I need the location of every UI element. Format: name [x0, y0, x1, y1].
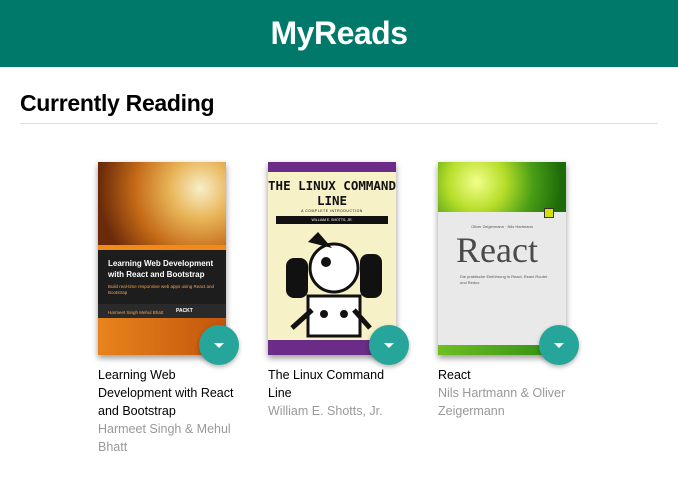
book-item: Oliver Zeigermann · Nils Hartmann React … [438, 162, 579, 420]
book-cover: THE LINUX COMMAND LINE A COMPLETE INTROD… [268, 162, 396, 355]
book-item: Learning Web Development with React and … [98, 162, 239, 456]
cover-authors: Harmeet Singh Mehul Bhatt [108, 310, 164, 315]
cover-title: React [456, 230, 538, 270]
app-title: MyReads [270, 15, 409, 51]
cover-authors: Oliver Zeigermann · Nils Hartmann [471, 224, 533, 229]
cover-publisher: PACKT [176, 308, 193, 314]
cover-author: WILLIAM E. SHOTTS, JR. [276, 216, 388, 224]
arrow-drop-down-icon [384, 342, 394, 348]
app-header: MyReads [0, 0, 678, 67]
arrow-drop-down-icon [554, 342, 564, 348]
book-item: THE LINUX COMMAND LINE A COMPLETE INTROD… [268, 162, 409, 420]
book-cover: Oliver Zeigermann · Nils Hartmann React … [438, 162, 566, 355]
book-authors: Harmeet Singh & Mehul Bhatt [98, 422, 231, 454]
book-title: The Linux Command Line [268, 368, 385, 400]
publisher-logo [544, 208, 554, 218]
book-cover: Learning Web Development with React and … [98, 162, 226, 355]
cover-title: Learning Web Development with React and … [108, 259, 214, 279]
bookshelf: Currently Reading [20, 90, 658, 124]
cover-title: THE LINUX COMMAND LINE [268, 178, 396, 208]
shelf-changer-button[interactable] [199, 325, 239, 365]
shelf-title: Currently Reading [20, 90, 658, 124]
book-title: React [438, 368, 471, 382]
cover-tagline: A COMPLETE INTRODUCTION [301, 209, 363, 213]
book-title: Learning Web Development with React and … [98, 368, 234, 418]
book-authors: William E. Shotts, Jr. [268, 404, 383, 418]
cover-subtitle: Die praktische Einführung in React, Reac… [460, 274, 548, 285]
robot-illustration [278, 228, 386, 340]
arrow-drop-down-icon [214, 342, 224, 348]
shelf-changer-button[interactable] [369, 325, 409, 365]
cover-subtitle: Build real-time responsive web apps usin… [108, 284, 215, 295]
book-authors: Nils Hartmann & Oliver Zeigermann [438, 386, 566, 418]
shelf-changer-button[interactable] [539, 325, 579, 365]
